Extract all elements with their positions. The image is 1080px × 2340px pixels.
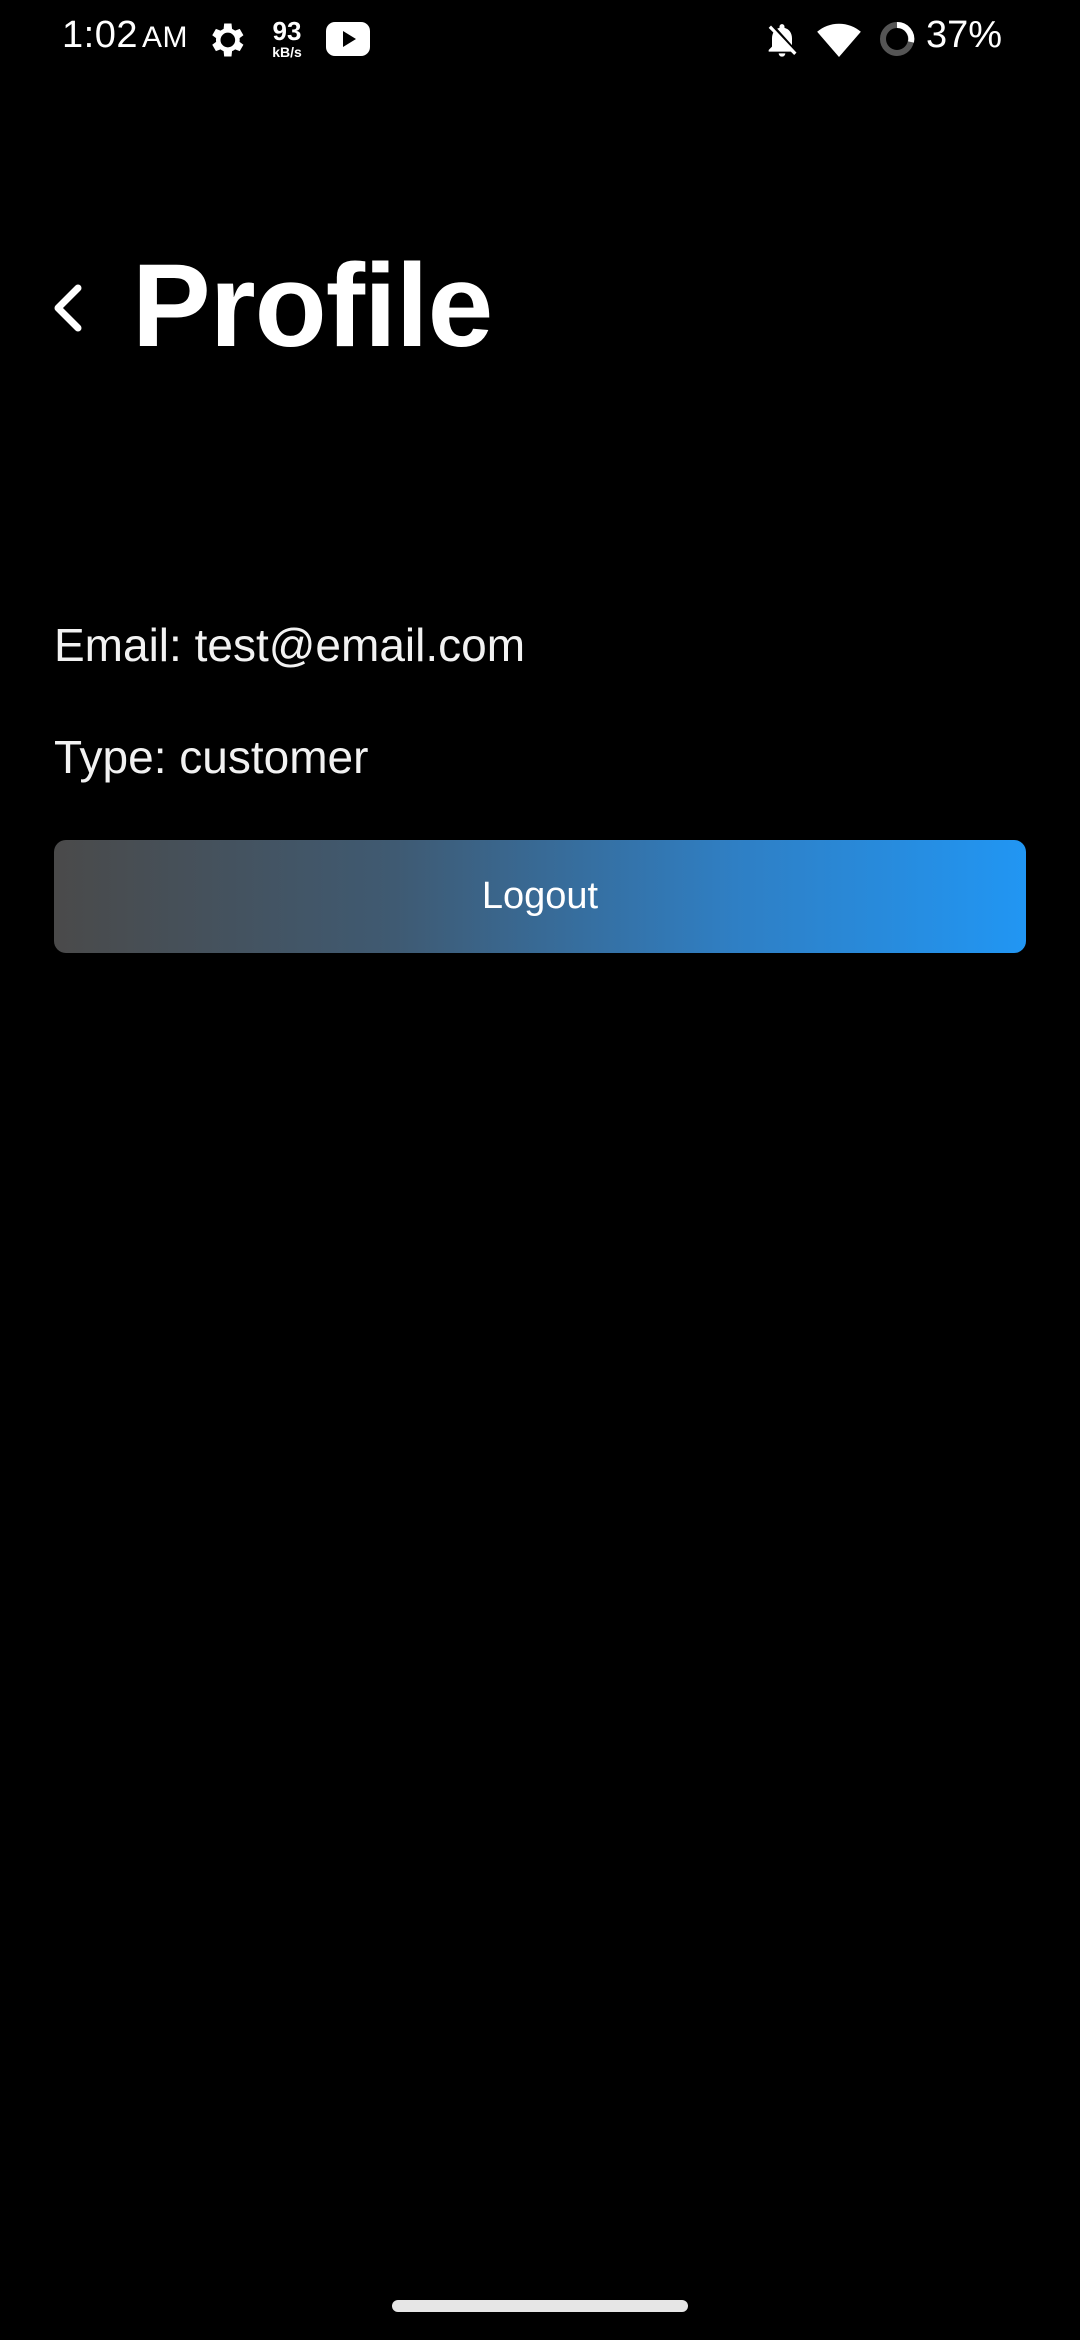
status-bar: 1:02 AM 93 kB/s 37%	[0, 0, 1080, 80]
chevron-left-icon	[54, 284, 82, 332]
youtube-icon	[326, 22, 370, 56]
battery-ring-icon	[880, 22, 915, 56]
home-indicator[interactable]	[392, 2300, 688, 2312]
wifi-icon	[817, 23, 861, 58]
network-speed: 93 kB/s	[265, 18, 309, 59]
page-title: Profile	[132, 240, 493, 372]
status-time: 1:02 AM	[62, 14, 188, 57]
network-speed-value: 93	[272, 16, 302, 46]
status-time-ampm: AM	[141, 21, 188, 54]
gear-icon	[212, 23, 244, 57]
battery-percent: 37%	[926, 14, 1003, 56]
network-speed-unit: kB/s	[272, 44, 302, 60]
back-button[interactable]	[38, 268, 98, 348]
email-text: Email: test@email.com	[54, 619, 526, 671]
profile-screen: 1:02 AM 93 kB/s 37% Profile Email: test@…	[0, 0, 1080, 2340]
bell-off-icon	[768, 24, 797, 57]
status-time-value: 1:02	[62, 14, 138, 56]
account-type-text: Type: customer	[54, 731, 369, 783]
logout-button[interactable]: Logout	[54, 840, 1026, 953]
